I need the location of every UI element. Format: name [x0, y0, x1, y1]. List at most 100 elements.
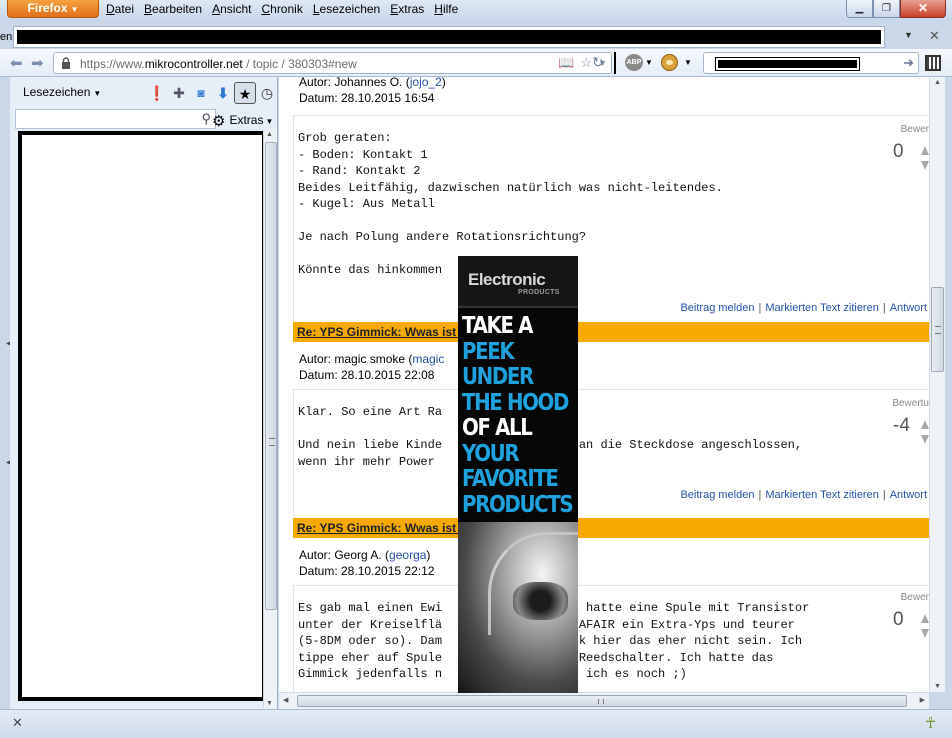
report-post-link[interactable]: Beitrag melden	[680, 489, 754, 501]
report-post-link[interactable]: Beitrag melden	[680, 302, 754, 314]
sidebar-search-input[interactable]: ⚲	[15, 109, 216, 129]
ad-line: YOUR	[462, 440, 520, 467]
post-date: Datum: 28.10.2015 22:12	[299, 564, 435, 578]
post-author: Autor: magic smoke (magic	[299, 352, 445, 366]
scrollbar-thumb[interactable]	[931, 287, 944, 372]
menu-lesezeichen[interactable]: Lesezeichen	[313, 2, 380, 16]
search-input-redacted[interactable]	[715, 57, 860, 71]
rating-label: Bewer	[900, 592, 929, 603]
tab-close-icon[interactable]: ✕	[929, 28, 940, 44]
navigation-bar: ⬅ ➡ https://www.mikrocontroller.net / to…	[0, 49, 952, 77]
adblock-plus-icon[interactable]: ABP	[625, 54, 643, 71]
post-title-link[interactable]: Re: YPS Gimmick: Wwas ist d	[297, 325, 467, 339]
scroll-down-icon[interactable]: ▼	[934, 683, 941, 690]
bookmark-star-icon[interactable]: ☆	[580, 55, 592, 71]
scroll-up-icon[interactable]: ▲	[934, 79, 941, 86]
lock-icon	[62, 57, 70, 69]
scrollbar-thumb[interactable]	[265, 142, 277, 610]
sidebar-scrollbar[interactable]: ▲ ▼	[263, 130, 277, 708]
search-icon[interactable]: ⚲	[201, 111, 211, 127]
minimize-button[interactable]: ▁	[846, 0, 873, 18]
tab-fragment[interactable]: en	[0, 26, 14, 48]
reader-view-icon[interactable]: 📖	[558, 55, 574, 71]
maximize-button[interactable]: ❐	[873, 0, 900, 18]
greasemonkey-icon[interactable]	[661, 54, 678, 71]
vote-down-icon[interactable]	[921, 629, 929, 638]
menu-ansicht[interactable]: Ansicht	[212, 2, 251, 16]
menu-bearbeiten[interactable]: Bearbeiten	[144, 2, 202, 16]
back-arrow-icon[interactable]: ⬅	[10, 54, 23, 72]
scroll-up-icon[interactable]: ▲	[266, 131, 273, 138]
vote-up-icon[interactable]	[921, 146, 929, 155]
grip-icon	[935, 326, 941, 334]
reload-icon[interactable]: ↻	[592, 54, 604, 71]
chevron-down-icon: ▼	[93, 89, 102, 98]
scroll-right-icon[interactable]: ▶	[920, 696, 925, 704]
post-date: Datum: 28.10.2015 22:08	[299, 368, 435, 382]
url-text[interactable]: https://www.mikrocontroller.net / topic …	[80, 57, 357, 71]
url-bar[interactable]: https://www.mikrocontroller.net / topic …	[53, 52, 612, 74]
scroll-down-icon[interactable]: ▼	[266, 700, 273, 707]
scrollbar-thumb[interactable]	[297, 695, 907, 707]
vote-down-icon[interactable]	[921, 435, 929, 444]
ad-brand: Electronic	[468, 270, 546, 289]
menu-chronik[interactable]: Chronik	[261, 2, 302, 16]
vote-up-icon[interactable]	[921, 420, 929, 429]
alert-icon[interactable]: ❗	[146, 82, 168, 104]
greasemonkey-dropdown-icon[interactable]: ▼	[684, 58, 692, 67]
post-author: Autor: Johannes O. (jojo_2)	[299, 77, 446, 89]
post-text: Klar. So eine Art Ra Und nein liebe Kind…	[298, 405, 803, 469]
page-horizontal-scrollbar[interactable]: ◀ ▶	[279, 692, 929, 709]
post-meta: Autor: Johannes O. (jojo_2) Datum: 28.10…	[293, 77, 929, 106]
puzzle-icon[interactable]: ✚	[168, 82, 190, 104]
window-frame-left: ◀ ◀	[0, 77, 11, 709]
post-title-link[interactable]: Re: YPS Gimmick: Wwas ist d	[297, 521, 467, 535]
addon-icon[interactable]: ☥	[925, 714, 936, 732]
post-header: Re: YPS Gimmick: Wwas ist d	[293, 518, 929, 538]
close-icon[interactable]: ✕	[12, 715, 23, 731]
post-author: Autor: Georg A. (georga)	[299, 548, 431, 562]
qr-code-icon[interactable]	[925, 55, 941, 71]
advertisement-banner[interactable]: Electronic PRODUCTS TAKE A PEEK UNDER TH…	[458, 256, 578, 693]
forward-arrow-icon[interactable]: ➡	[31, 54, 44, 72]
post-meta: Autor: magic smoke (magic Datum: 28.10.2…	[293, 342, 929, 383]
page-vertical-scrollbar[interactable]: ▲ ▼	[929, 77, 945, 692]
reply-link[interactable]: Antwort	[890, 489, 927, 501]
quote-selection-link[interactable]: Markierten Text zitieren	[765, 489, 879, 501]
close-window-button[interactable]: ✕	[900, 0, 946, 18]
tab-active-redacted[interactable]	[13, 26, 885, 48]
reply-link[interactable]: Antwort	[890, 302, 927, 314]
ad-line: THE HOOD	[462, 389, 569, 416]
adblock-dropdown-icon[interactable]: ▼	[645, 58, 653, 67]
menu-extras[interactable]: Extras	[390, 2, 424, 16]
history-clock-icon[interactable]: ◷	[256, 82, 278, 104]
author-link[interactable]: jojo_2	[410, 77, 442, 89]
vote-down-icon[interactable]	[921, 161, 929, 170]
download-icon[interactable]: ⬇	[212, 82, 234, 104]
vote-up-icon[interactable]	[921, 614, 929, 623]
close-icon: ✕	[917, 1, 929, 15]
author-link[interactable]: magic	[412, 352, 444, 366]
minimize-icon: ▁	[855, 3, 864, 14]
author-link[interactable]: georga	[389, 548, 426, 562]
page-content: Autor: Johannes O. (jojo_2) Datum: 28.10…	[279, 77, 929, 692]
post-meta: Autor: Georg A. (georga) Datum: 28.10.20…	[293, 538, 929, 579]
tab-list-dropdown-icon[interactable]: ▼	[904, 30, 913, 40]
scroll-left-icon[interactable]: ◀	[283, 696, 288, 704]
sidebar-header: Lesezeichen ▼ ❗ ✚ ◙ ⬇ ★ ◷	[10, 77, 278, 107]
tab-bar: en ▼ ✕	[0, 21, 952, 49]
post-body: Es gab mal einen Ewi der hatte eine Spul…	[293, 586, 929, 692]
sidebar-extras-menu[interactable]: ⚙ Extras ▼	[212, 112, 273, 130]
search-bar[interactable]: ➜	[703, 52, 919, 74]
menu-datei[interactable]: Datei	[106, 2, 134, 16]
sidebar-title-dropdown[interactable]: Lesezeichen ▼	[23, 85, 101, 99]
bookmarks-star-icon[interactable]: ★	[234, 82, 256, 104]
menu-hilfe[interactable]: Hilfe	[434, 2, 458, 16]
bookmarks-tree-redacted[interactable]	[18, 131, 266, 701]
quote-selection-link[interactable]: Markierten Text zitieren	[765, 302, 879, 314]
rss-icon[interactable]: ◙	[190, 82, 212, 104]
search-go-icon[interactable]: ➜	[903, 55, 914, 71]
post-rating: Bewer 0	[891, 592, 929, 638]
firefox-menu-button[interactable]: Firefox ▼	[7, 0, 99, 18]
post-rating: Bewer 0	[891, 124, 929, 170]
